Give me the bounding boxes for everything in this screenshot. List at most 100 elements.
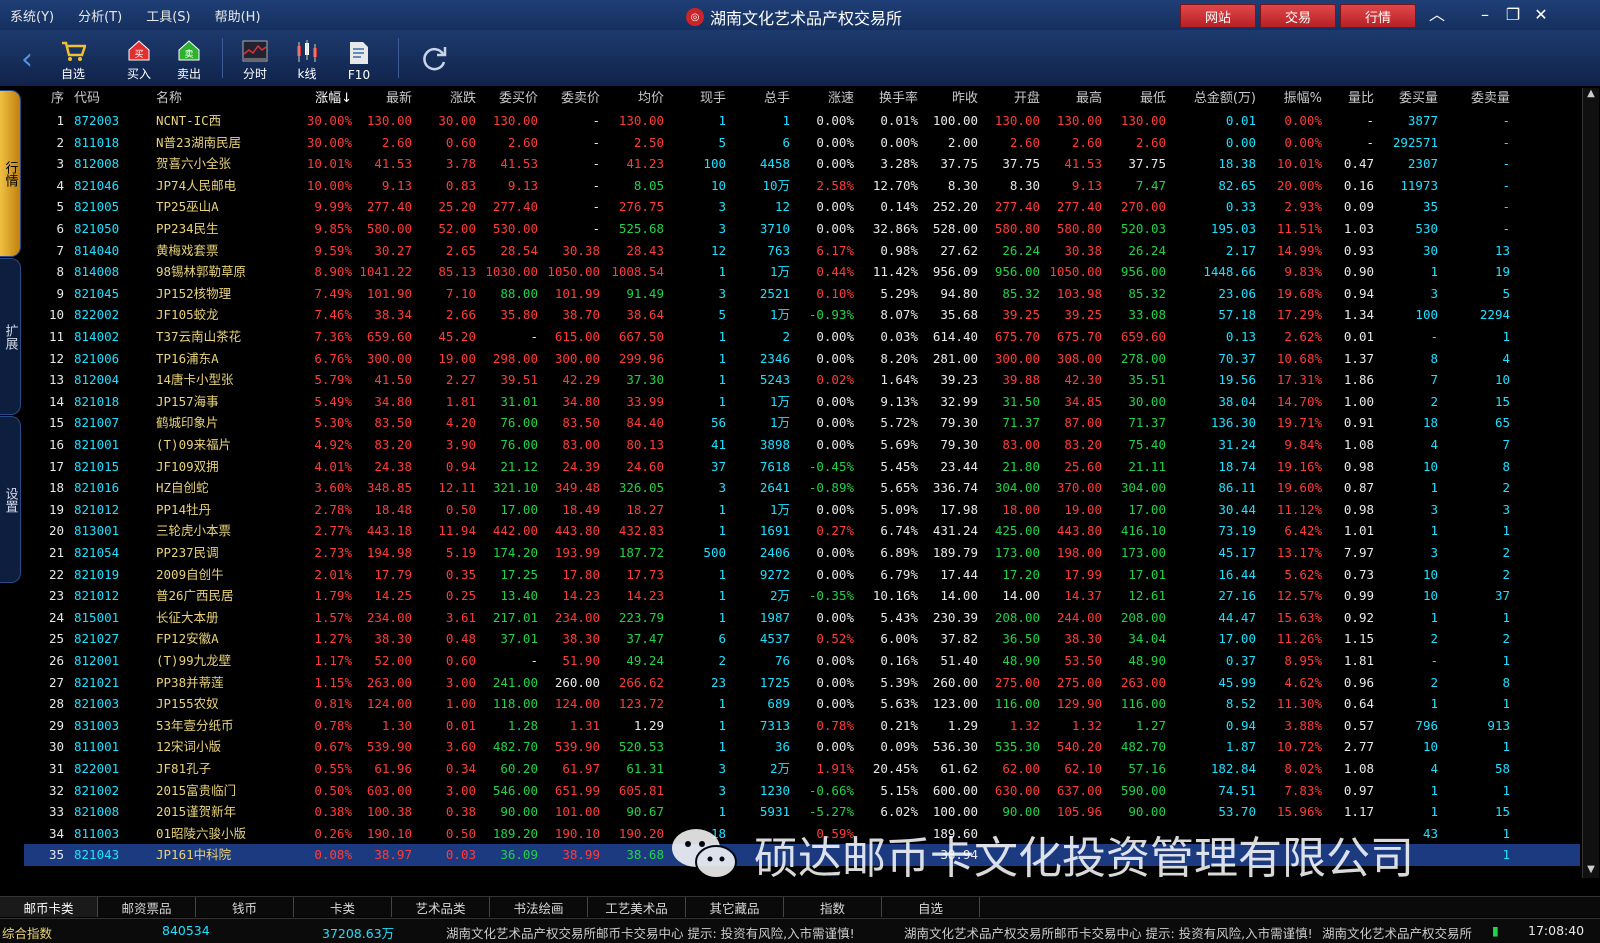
table-row[interactable]: 32 821002 2015富贵临门 0.50% 603.00 3.00 546.00 651… [24,780,1580,802]
table-row[interactable]: 18 821016 HZ自创蛇 3.60% 348.85 12.11 321.10 349.4… [24,477,1580,499]
table-cell: 6 [56,221,64,236]
minimize-icon[interactable]: – [1474,4,1496,26]
column-header[interactable]: 涨速 [794,88,854,110]
table-cell: 0.96 [1343,674,1374,690]
quotes-button[interactable]: 行情 [1340,4,1416,28]
category-tab[interactable]: 指数 [784,897,882,917]
table-cell: 603.00 [366,782,412,798]
column-header[interactable]: 总手 [730,88,790,110]
close-icon[interactable]: ✕ [1530,4,1552,26]
table-row[interactable]: 8 814008 98锡林郭勒草原 8.90% 1041.22 85.13 1030.00 1… [24,261,1580,283]
table-row[interactable]: 30 811001 12宋词小版 0.67% 539.90 3.60 482.70 539.9… [24,736,1580,758]
column-header[interactable]: 最高 [1042,88,1102,110]
vertical-scrollbar[interactable]: ▲ ▼ [1582,88,1599,878]
side-tab-quotes[interactable]: 行情 [0,90,21,257]
table-row[interactable]: 22 821019 2009自创牛 2.01% 17.79 0.35 17.25 17.80 1… [24,564,1580,586]
table-row[interactable]: 12 821006 TP16浦东A 6.76% 300.00 19.00 298.00 300… [24,348,1580,370]
category-tab[interactable]: 自选 [882,897,980,917]
category-tab[interactable]: 邮币卡类 [0,897,98,917]
column-header[interactable]: 开盘 [980,88,1040,110]
table-row[interactable]: 27 821021 PP38并蒂莲 1.15% 263.00 3.00 241.00 260.… [24,672,1580,694]
table-row[interactable]: 13 812004 14唐卡小型张 5.79% 41.50 2.27 39.51 42.29 3… [24,369,1580,391]
column-header[interactable]: 均价 [604,88,664,110]
table-cell: 539.90 [366,739,412,755]
table-cell: 500 [703,545,726,560]
table-row[interactable]: 29 831003 53年壹分纸币 0.78% 1.30 0.01 1.28 1.31 1.29… [24,715,1580,737]
intraday-button[interactable]: 分时 [232,36,278,82]
table-row[interactable]: 14 821018 JP157海事 5.49% 34.80 1.81 31.01 34.80 3… [24,391,1580,413]
column-header[interactable]: 最新 [354,88,412,110]
side-tab-settings[interactable]: 设置 [0,416,21,583]
favorites-button[interactable]: 自选 [50,36,96,82]
category-tab[interactable]: 书法绘画 [490,897,588,917]
category-tab[interactable]: 艺术品类 [392,897,490,917]
table-row[interactable]: 25 821027 FP12安徽A 1.27% 38.30 0.48 37.01 38.30 3… [24,628,1580,650]
table-cell: 鹤城印象片 [156,415,219,431]
category-tab[interactable]: 其它藏品 [686,897,784,917]
side-tab-extend[interactable]: 扩展 [0,258,21,415]
table-row[interactable]: 26 812001 (T)99九龙壁 1.17% 52.00 0.60 - 51.90 49.2… [24,650,1580,672]
sell-button[interactable]: 卖 卖出 [166,36,212,82]
column-header[interactable]: 涨跌 [416,88,476,110]
menu-tools[interactable]: 工具(S) [146,6,190,25]
table-cell: 83.00 [562,437,600,452]
column-header[interactable]: 最低 [1104,88,1166,110]
column-header[interactable]: 委卖价 [540,88,600,110]
column-header[interactable]: 量比 [1324,88,1374,110]
table-row[interactable]: 15 821007 鹤城印象片 5.30% 83.50 4.20 76.00 83.50 84.… [24,412,1580,434]
table-row[interactable]: 6 821050 PP234民生 9.85% 580.00 52.00 530.00 - 525… [24,218,1580,240]
category-tab[interactable]: 邮资票品 [98,897,196,917]
table-cell: 0.97 [1343,782,1374,798]
table-row[interactable]: 23 821012 普26广西民居 1.79% 14.25 0.25 13.40 14.23 1… [24,585,1580,607]
table-row[interactable]: 1 872003 NCNT-IC西 30.00% 130.00 30.00 130.00 - 1… [24,110,1580,132]
column-header[interactable]: 代码 [74,88,154,110]
column-header[interactable]: 昨收 [920,88,978,110]
scroll-up-icon[interactable]: ▲ [1583,88,1599,102]
menu-help[interactable]: 帮助(H) [215,6,261,25]
column-header[interactable]: 总金额(万) [1176,88,1256,110]
table-row[interactable]: 19 821012 PP14牡丹 2.78% 18.48 0.50 17.00 18.49 18… [24,499,1580,521]
table-row[interactable]: 10 822002 JF105蛟龙 7.46% 38.34 2.66 35.80 38.70 3… [24,304,1580,326]
refresh-button[interactable] [412,36,458,82]
column-header[interactable]: 名称 [156,88,306,110]
table-row[interactable]: 31 822001 JF81孔子 0.55% 61.96 0.34 60.20 61.97 61… [24,758,1580,780]
category-tab[interactable]: 钱币 [196,897,294,917]
table-row[interactable]: 2 811018 N普23湖南民居 30.00% 2.60 0.60 2.60 - 2.50 5 6… [24,132,1580,154]
buy-button[interactable]: 买 买入 [116,36,162,82]
table-row[interactable]: 5 821005 TP25巫山A 9.99% 277.40 25.20 277.40 - 276… [24,196,1580,218]
website-button[interactable]: 网站 [1180,4,1256,28]
column-header[interactable]: 涨幅↓ [286,88,352,110]
table-row[interactable]: 4 821046 JP74人民邮电 10.00% 9.13 0.83 9.13 - 8.05 10… [24,175,1580,197]
table-row[interactable]: 9 821045 JP152核物理 7.49% 101.90 7.10 88.00 101.9… [24,283,1580,305]
menu-system[interactable]: 系统(Y) [10,6,54,25]
scroll-down-icon[interactable]: ▼ [1583,864,1599,878]
table-row[interactable]: 20 813001 三轮虎小本票 2.77% 443.18 11.94 442.00 443.… [24,520,1580,542]
category-tab[interactable]: 工艺美术品 [588,897,686,917]
table-row[interactable]: 3 812008 贺喜六小全张 10.01% 41.53 3.78 41.53 - 41.23 1… [24,153,1580,175]
table-row[interactable]: 7 814040 黄梅戏套票 9.59% 30.27 2.65 28.54 30.38 28.4… [24,240,1580,262]
f10-button[interactable]: F10 [336,36,382,82]
column-header[interactable]: 现手 [670,88,726,110]
table-row[interactable]: 11 814002 T37云南山茶花 7.36% 659.60 45.20-615.00 6… [24,326,1580,348]
column-header[interactable]: 委买价 [480,88,538,110]
category-tab[interactable]: 卡类 [294,897,392,917]
table-row[interactable]: 21 821054 PP237民调 2.73% 194.98 5.19 174.20 193.… [24,542,1580,564]
column-header[interactable]: 委卖量 [1444,88,1510,110]
column-header[interactable]: 委买量 [1376,88,1438,110]
table-cell: 30.38 [562,242,600,258]
table-row[interactable]: 16 821001 (T)09来福片 4.92% 83.20 3.90 76.00 83.00… [24,434,1580,456]
column-header[interactable]: 振幅% [1260,88,1322,110]
restore-icon[interactable]: ❐ [1502,4,1524,26]
menu-analysis[interactable]: 分析(T) [78,6,122,25]
table-cell: 33.08 [1128,307,1166,323]
column-header[interactable]: 换手率 [858,88,918,110]
collapse-icon[interactable]: ︿ [1426,4,1448,26]
table-row[interactable]: 28 821003 JP155农奴 0.81% 124.00 1.00 118.00 124.… [24,693,1580,715]
table-row[interactable]: 17 821015 JF109双拥 4.01% 24.38 0.94 21.12 24.39 2… [24,456,1580,478]
table-row[interactable]: 33 821008 2015谨贺新年 0.38% 100.38 0.38 90.00 101.… [24,801,1580,823]
column-header[interactable]: 序 [24,88,64,110]
table-row[interactable]: 24 815001 长征大本册 1.57% 234.00 3.61 217.01 234.00… [24,607,1580,629]
back-arrow-icon[interactable]: ‹ [4,36,50,82]
kline-button[interactable]: k线 [284,36,330,82]
trade-button[interactable]: 交易 [1260,4,1336,28]
